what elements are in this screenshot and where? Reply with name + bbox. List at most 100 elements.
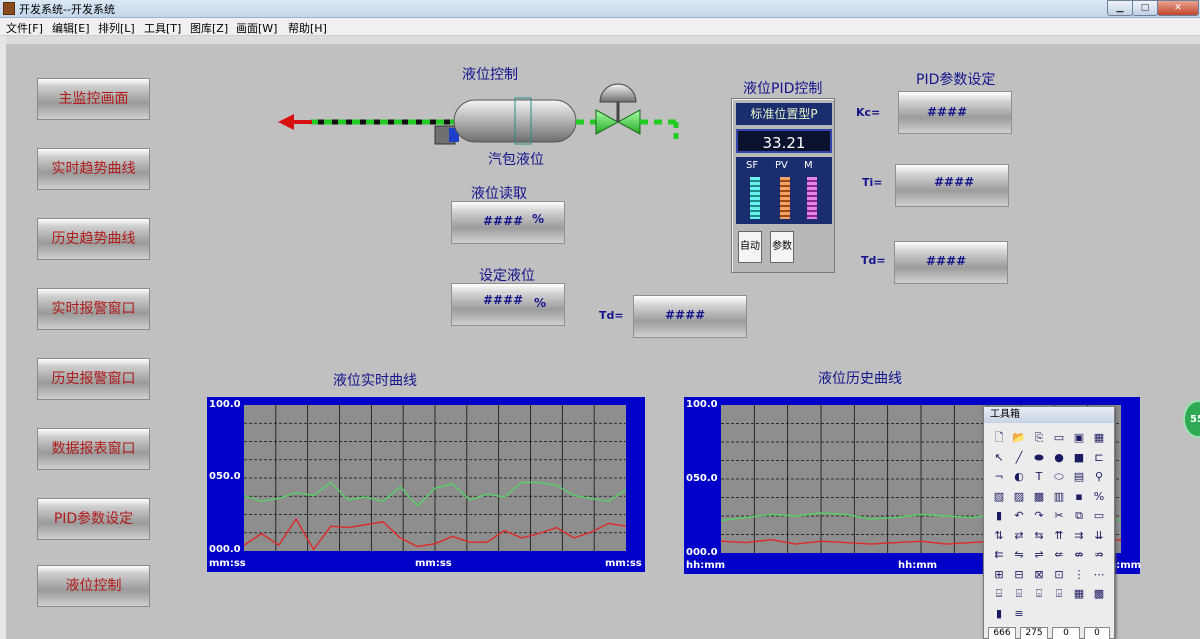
- space-v-icon[interactable]: ⇋: [1012, 548, 1026, 562]
- align-bottom-icon[interactable]: ⇄: [1012, 529, 1026, 543]
- realtime-chart-title: 液位实时曲线: [333, 373, 417, 389]
- menu-lines-icon[interactable]: ≡: [1012, 607, 1026, 621]
- align-middle-icon[interactable]: ⇊: [1092, 529, 1106, 543]
- color-grid-icon[interactable]: ⌹: [1012, 587, 1026, 601]
- new-icon[interactable]: 🗋: [992, 431, 1006, 445]
- align-right-icon[interactable]: ⇈: [1052, 529, 1066, 543]
- level-set-unit: %: [534, 296, 547, 310]
- same-width-icon[interactable]: ⇌: [1032, 548, 1046, 562]
- ellipse-icon[interactable]: ⬬: [1032, 451, 1046, 465]
- align-left-icon[interactable]: ⇆: [1032, 529, 1046, 543]
- kc-value: ####: [927, 105, 968, 119]
- polyline-icon[interactable]: ¬: [992, 470, 1006, 484]
- paste-icon[interactable]: ⧉: [1072, 509, 1086, 523]
- meter-icon[interactable]: ▪: [1072, 490, 1086, 504]
- bitmap-icon[interactable]: ▨: [1012, 490, 1026, 504]
- realtime-chart-svg: [243, 405, 627, 551]
- canvas-top-edge: [0, 36, 1200, 44]
- image-icon[interactable]: ▧: [992, 490, 1006, 504]
- pid-params-title: PID参数设定: [916, 72, 996, 88]
- menu-library[interactable]: 图库[Z]: [190, 20, 228, 36]
- matrix-icon[interactable]: ▩: [1092, 587, 1106, 601]
- redo-icon[interactable]: ↷: [1032, 509, 1046, 523]
- line-icon[interactable]: ╱: [1012, 451, 1026, 465]
- minimize-button[interactable]: ▁: [1107, 0, 1133, 16]
- color-bar-icon[interactable]: ▮: [992, 607, 1006, 621]
- toolbox-title[interactable]: 工具箱: [984, 407, 1114, 423]
- fill-icon[interactable]: ⌺: [1032, 587, 1046, 601]
- blank-icon[interactable]: ▭: [1092, 509, 1106, 523]
- control-valve-left: [595, 109, 620, 135]
- realtime-chart: 100.0 050.0 000.0 mm:ss mm:ss mm:ss: [207, 397, 645, 572]
- toolbox-status-h: 0: [1084, 627, 1110, 639]
- bracket-icon[interactable]: ⊏: [1092, 451, 1106, 465]
- nav-level-control-button[interactable]: 液位控制: [37, 565, 150, 607]
- menu-bar: 文件[F] 编辑[E] 排列[L] 工具[T] 图库[Z] 画面[W] 帮助[H…: [0, 18, 1200, 36]
- listbox-icon[interactable]: ▤: [1072, 470, 1086, 484]
- open-icon[interactable]: 📂: [1012, 431, 1026, 445]
- level-read-unit: %: [532, 212, 545, 226]
- align-top-icon[interactable]: ⇅: [992, 529, 1006, 543]
- menu-tools[interactable]: 工具[T]: [144, 20, 181, 36]
- rt-y-tick-100: 100.0: [209, 399, 241, 410]
- same-size-icon[interactable]: ⇎: [1072, 548, 1086, 562]
- pid-value-display: 33.21: [736, 129, 832, 153]
- menu-screen[interactable]: 画面[W]: [236, 20, 277, 36]
- pid-pv-label: PV: [775, 160, 788, 171]
- align-center-icon[interactable]: ⇉: [1072, 529, 1086, 543]
- nav-history-alarm-button[interactable]: 历史报警窗口: [37, 358, 150, 400]
- grid-icon[interactable]: ▩: [1032, 490, 1046, 504]
- space-h-icon[interactable]: ⇇: [992, 548, 1006, 562]
- ungroup-icon[interactable]: ⊟: [1012, 568, 1026, 582]
- td-mid-label: Td=: [599, 309, 624, 322]
- pointer-icon[interactable]: ↖: [992, 451, 1006, 465]
- same-height-icon[interactable]: ⇍: [1052, 548, 1066, 562]
- chart-icon[interactable]: ▥: [1052, 490, 1066, 504]
- menu-arrange[interactable]: 排列[L]: [98, 20, 135, 36]
- rect-icon[interactable]: ■: [1072, 451, 1086, 465]
- menu-help[interactable]: 帮助[H]: [288, 20, 327, 36]
- copy-icon[interactable]: ⎘: [1032, 431, 1046, 445]
- gauge-icon[interactable]: ⚲: [1092, 470, 1106, 484]
- undo-icon[interactable]: ↶: [1012, 509, 1026, 523]
- text-icon[interactable]: T: [1032, 470, 1046, 484]
- control-icon[interactable]: ▮: [992, 509, 1006, 523]
- close-button[interactable]: ✕: [1157, 0, 1199, 16]
- rounded-rect-icon[interactable]: ⬭: [1052, 470, 1066, 484]
- nav-main-monitor-button[interactable]: 主监控画面: [37, 78, 150, 120]
- group-icon[interactable]: ⊞: [992, 568, 1006, 582]
- ti-value: ####: [934, 175, 975, 189]
- toolbox-window[interactable]: 工具箱 666 275 0 0 🗋 📂 ⎘ ▭ ▣ ▦ ↖ ╱ ⬬ ● ■ ⊏ ¬ ◐ T ⬭ ▤ ⚲ ▧ ▨ ▩ ▥ ▪%…: [983, 406, 1115, 639]
- percent-icon[interactable]: %: [1092, 490, 1106, 504]
- cut-icon[interactable]: ✂: [1052, 509, 1066, 523]
- td-label: Td=: [861, 254, 886, 267]
- frame-icon[interactable]: ▣: [1072, 431, 1086, 445]
- pid-type-header: 标准位置型P: [736, 103, 832, 125]
- dots-h-icon[interactable]: ⋯: [1092, 568, 1106, 582]
- nav-pid-setting-button[interactable]: PID参数设定: [37, 498, 150, 540]
- dots-icon[interactable]: ⋮: [1072, 568, 1086, 582]
- pattern-icon[interactable]: ⌻: [1052, 587, 1066, 601]
- nav-realtime-trend-button[interactable]: 实时趋势曲线: [37, 148, 150, 190]
- hs-x-tick-left: hh:mm: [686, 560, 726, 571]
- menu-edit[interactable]: 编辑[E]: [52, 20, 90, 36]
- table-icon[interactable]: ▦: [1072, 587, 1086, 601]
- nav-realtime-alarm-button[interactable]: 实时报警窗口: [37, 288, 150, 330]
- kc-label: Kc=: [856, 106, 881, 119]
- arc-icon[interactable]: ◐: [1012, 470, 1026, 484]
- maximize-button[interactable]: □: [1132, 0, 1158, 16]
- front-icon[interactable]: ⊠: [1032, 568, 1046, 582]
- center-icon[interactable]: ⇏: [1092, 548, 1106, 562]
- back-icon[interactable]: ⊡: [1052, 568, 1066, 582]
- pid-auto-button[interactable]: 自动: [738, 231, 762, 263]
- pid-pv-bar: [780, 177, 790, 219]
- realtime-plot-area: [243, 405, 627, 551]
- nav-report-button[interactable]: 数据报表窗口: [37, 428, 150, 470]
- menu-file[interactable]: 文件[F]: [6, 20, 43, 36]
- window-icon[interactable]: ▭: [1052, 431, 1066, 445]
- pid-params-button[interactable]: 参数: [770, 231, 794, 263]
- palette-icon[interactable]: ⌸: [992, 587, 1006, 601]
- circle-icon[interactable]: ●: [1052, 451, 1066, 465]
- panel-icon[interactable]: ▦: [1092, 431, 1106, 445]
- nav-history-trend-button[interactable]: 历史趋势曲线: [37, 218, 150, 260]
